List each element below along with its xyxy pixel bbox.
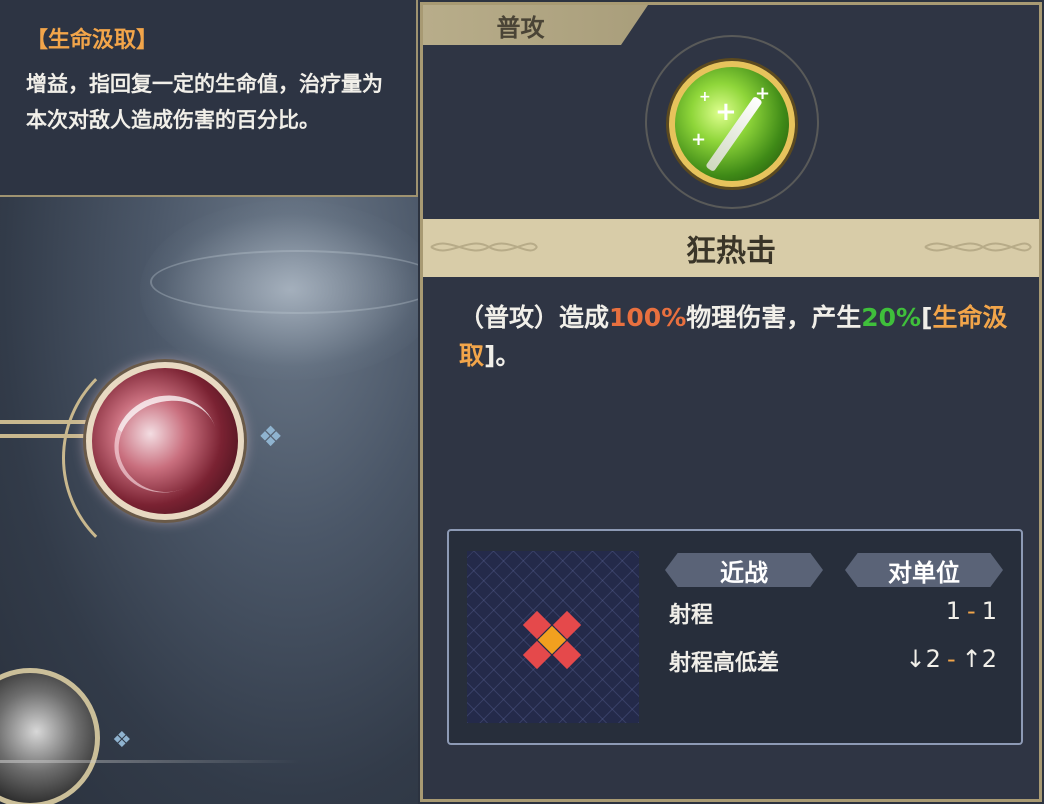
height-separator: -: [946, 645, 956, 673]
range-max: 1: [981, 597, 997, 625]
skill-info-box: 近战 对单位 射程 1-1 射程高低差 ↓2- ↑2: [447, 529, 1023, 745]
right-knot-ornament-icon: [924, 242, 1032, 252]
height-diff-value: ↓2- ↑2: [906, 645, 997, 673]
plus-icon: +: [691, 129, 707, 150]
flower-ornament-icon: ❖: [258, 420, 284, 453]
attack-type-label: 近战: [720, 558, 768, 587]
desc-prefix: （普攻）造成: [459, 303, 610, 332]
range-pattern-map: [467, 551, 639, 723]
bottom-divider: [0, 760, 300, 763]
left-knot-ornament-icon: [430, 242, 538, 252]
skill-name-bar: 狂热击: [423, 219, 1039, 277]
height-diff-label: 射程高低差: [669, 651, 780, 676]
skill-detail-panel: 普攻 + + + + 狂热击 （普攻）造成100%物理伤害，产生20%[生命汲取…: [420, 2, 1042, 802]
skill-name: 狂热击: [686, 234, 776, 269]
desc-suffix: ]。: [484, 341, 521, 370]
attack-type-badge: 近战: [665, 553, 823, 587]
lifesteal-percent: 20%: [861, 303, 922, 332]
red-swirl-skill-icon[interactable]: [86, 362, 244, 520]
height-up: ↑2: [961, 645, 997, 673]
tooltip-body: 增益，指回复一定的生命值，治疗量为本次对敌人造成伤害的百分比。: [26, 72, 383, 132]
bracket-open: [: [921, 303, 933, 332]
height-down: ↓2: [905, 645, 941, 673]
flower-ornament-icon: ❖: [112, 728, 132, 753]
range-value: 1-1: [946, 597, 997, 625]
range-min: 1: [945, 597, 962, 625]
tooltip-title: 【生命汲取】: [26, 28, 159, 53]
range-separator: -: [967, 597, 976, 625]
green-blade-icon: + + + +: [669, 61, 795, 187]
plus-icon: +: [755, 83, 771, 104]
keyword-tooltip: 【生命汲取】 增益，指回复一定的生命值，治疗量为本次对敌人造成伤害的百分比。: [0, 0, 418, 197]
target-type-badge: 对单位: [845, 553, 1003, 587]
target-type-label: 对单位: [888, 558, 960, 587]
plus-icon: +: [699, 89, 711, 105]
skill-description: （普攻）造成100%物理伤害，产生20%[生命汲取]。: [459, 299, 1019, 375]
dark-skill-icon[interactable]: [0, 668, 100, 804]
swirl-effect: [100, 381, 232, 507]
damage-percent: 100%: [609, 303, 687, 332]
tab-normal-attack[interactable]: 普攻: [423, 5, 648, 45]
plus-icon: +: [715, 97, 737, 127]
desc-mid: 物理伤害，产生: [686, 303, 862, 332]
range-label: 射程: [669, 603, 714, 628]
tab-label: 普攻: [496, 13, 545, 42]
